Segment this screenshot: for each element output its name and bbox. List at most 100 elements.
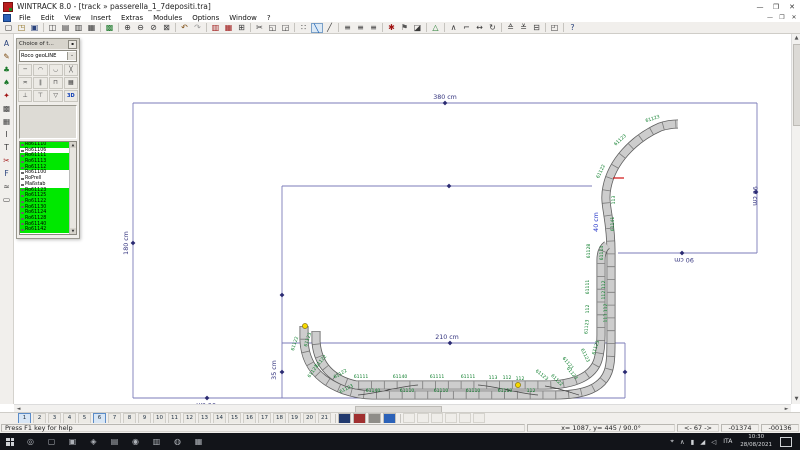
dimension-handle-diamond[interactable] [447,184,452,189]
image-icon[interactable]: ▩ [104,23,116,33]
layer-extra-button-1[interactable] [338,413,351,424]
corner-icon[interactable]: ⌐ [461,23,473,33]
tee-tool-icon[interactable]: T [1,142,12,153]
parts-list-icon[interactable]: ▥ [210,23,222,33]
help-icon[interactable]: ? [567,23,579,33]
taskbar-app-icon-2[interactable]: ▢ [41,433,62,450]
bridge-icon[interactable]: ⊓ [49,77,63,89]
flag-icon[interactable]: ⚑ [399,23,411,33]
selected-point-marker[interactable] [515,382,520,387]
draw-line-icon[interactable]: ╲ [311,23,323,33]
drawing-canvas[interactable]: 380 cm180 cm90 cm90 cm90 cm210 cm35 cm40… [14,34,791,404]
track-system-dropdown[interactable]: Roco geoLINE ⌄ [19,50,77,62]
pencil-tool-icon[interactable]: ✎ [1,51,12,62]
menu-view[interactable]: View [59,14,86,22]
paste-icon[interactable]: ◲ [280,23,292,33]
dimension-handle-diamond[interactable] [623,370,628,375]
building-icon[interactable]: ▦ [64,77,78,89]
layer-button-11[interactable]: 11 [168,413,181,424]
dimension-handle-diamond[interactable] [443,101,448,106]
layer-button-7[interactable]: 7 [108,413,121,424]
layer-extra-button-4[interactable] [383,413,396,424]
double-track-icon[interactable]: ∥ [33,77,47,89]
contour-icon[interactable]: ∧ [448,23,460,33]
label-icon[interactable]: ◪ [412,23,424,33]
menu-help[interactable]: ? [262,14,276,22]
dimension-handle-diamond[interactable] [131,241,136,246]
taskbar-app-icon-7[interactable]: ▥ [146,433,167,450]
notification-center-icon[interactable] [780,437,792,447]
move-icon[interactable]: ↔ [474,23,486,33]
grid-icon[interactable]: ⊟ [531,23,543,33]
taskbar-app-icon-4[interactable]: ◈ [83,433,104,450]
print-icon[interactable]: ▤ [60,23,72,33]
image-tool-icon[interactable]: ▩ [1,103,12,114]
layer-button-13[interactable]: 13 [198,413,211,424]
line-icon[interactable]: ╱ [324,23,336,33]
child-window-close-icon[interactable]: ✕ [788,14,800,21]
tray-chevron-icon[interactable]: ∧ [677,438,688,446]
track-path-inner[interactable] [316,245,607,385]
layer-button-20[interactable]: 20 [303,413,316,424]
dimension-handle-diamond[interactable] [280,370,285,375]
window-close-icon[interactable]: ✕ [784,3,800,11]
selected-point-marker[interactable] [302,323,307,328]
layer-button-3[interactable]: 3 [48,413,61,424]
dimension-handle-diamond[interactable] [680,251,685,256]
layer-button-6[interactable]: 6 [93,413,106,424]
layer-extra-button-3[interactable] [368,413,381,424]
notes-icon[interactable]: ▦ [86,23,98,33]
language-indicator[interactable]: ITA [719,438,736,445]
menu-options[interactable]: Options [187,14,224,22]
layer-button-15[interactable]: 15 [228,413,241,424]
list-2-icon[interactable]: ≡ [355,23,367,33]
window-tile-icon[interactable]: ◰ [549,23,561,33]
layer-button-1[interactable]: 1 [18,413,31,424]
layer-button-21[interactable]: 21 [318,413,331,424]
layer-button-14[interactable]: 14 [213,413,226,424]
track-path-outer[interactable] [304,124,678,395]
scissors-tool-icon[interactable]: ✂ [1,155,12,166]
taskbar-app-icon-5[interactable]: ▤ [104,433,125,450]
dimension-handle-diamond[interactable] [280,293,285,298]
zoom-in-icon[interactable]: ⊕ [122,23,134,33]
plant-tool-icon[interactable]: ♠ [1,77,12,88]
rotate-icon[interactable]: ↻ [487,23,499,33]
layer-button-2[interactable]: 2 [33,413,46,424]
box-tool-icon[interactable]: ▭ [1,194,12,205]
signal-icon[interactable]: ▽ [49,90,63,102]
cut-icon[interactable]: ✂ [254,23,266,33]
signal-tool-icon[interactable]: ✦ [1,90,12,101]
start-button[interactable] [0,433,20,450]
list-1-icon[interactable]: ≡ [342,23,354,33]
layer-button-19[interactable]: 19 [288,413,301,424]
clock[interactable]: 10:30 28/08/2021 [736,434,776,448]
menu-edit[interactable]: Edit [36,14,60,22]
tray-battery-icon[interactable]: ▮ [688,438,698,446]
part-list-scrollbar[interactable]: ▲ ▼ [69,142,76,234]
zoom-window-icon[interactable]: ⊠ [161,23,173,33]
vertical-scrollbar[interactable]: ▲ ▼ [791,34,800,404]
scroll-up-icon[interactable]: ▲ [792,34,800,43]
function-tool-icon[interactable]: F [1,168,12,179]
text-tool-icon[interactable]: A [1,38,12,49]
redo-icon[interactable]: ↷ [192,23,204,33]
page-setup-icon[interactable]: ▥ [73,23,85,33]
table-icon[interactable]: ⊞ [236,23,248,33]
layer-button-17[interactable]: 17 [258,413,271,424]
layer-extra-button-2[interactable] [353,413,366,424]
taskbar-app-icon-8[interactable]: ◍ [167,433,188,450]
tray-volume-icon[interactable]: ◁ [708,438,719,446]
layer-button-5[interactable]: 5 [78,413,91,424]
layer-button-9[interactable]: 9 [138,413,151,424]
layer-button-12[interactable]: 12 [183,413,196,424]
window-restore-icon[interactable]: ❐ [768,3,784,11]
level-1-icon[interactable]: ≙ [505,23,517,33]
dimension-handle-diamond[interactable] [448,341,453,346]
layer-button-18[interactable]: 18 [273,413,286,424]
measure-icon[interactable]: ∷ [298,23,310,33]
panel-close-button[interactable]: ▪ [68,40,77,49]
menu-modules[interactable]: Modules [148,14,187,22]
photo-tool-icon[interactable]: ▦ [1,116,12,127]
taskbar-app-icon-3[interactable]: ▣ [62,433,83,450]
